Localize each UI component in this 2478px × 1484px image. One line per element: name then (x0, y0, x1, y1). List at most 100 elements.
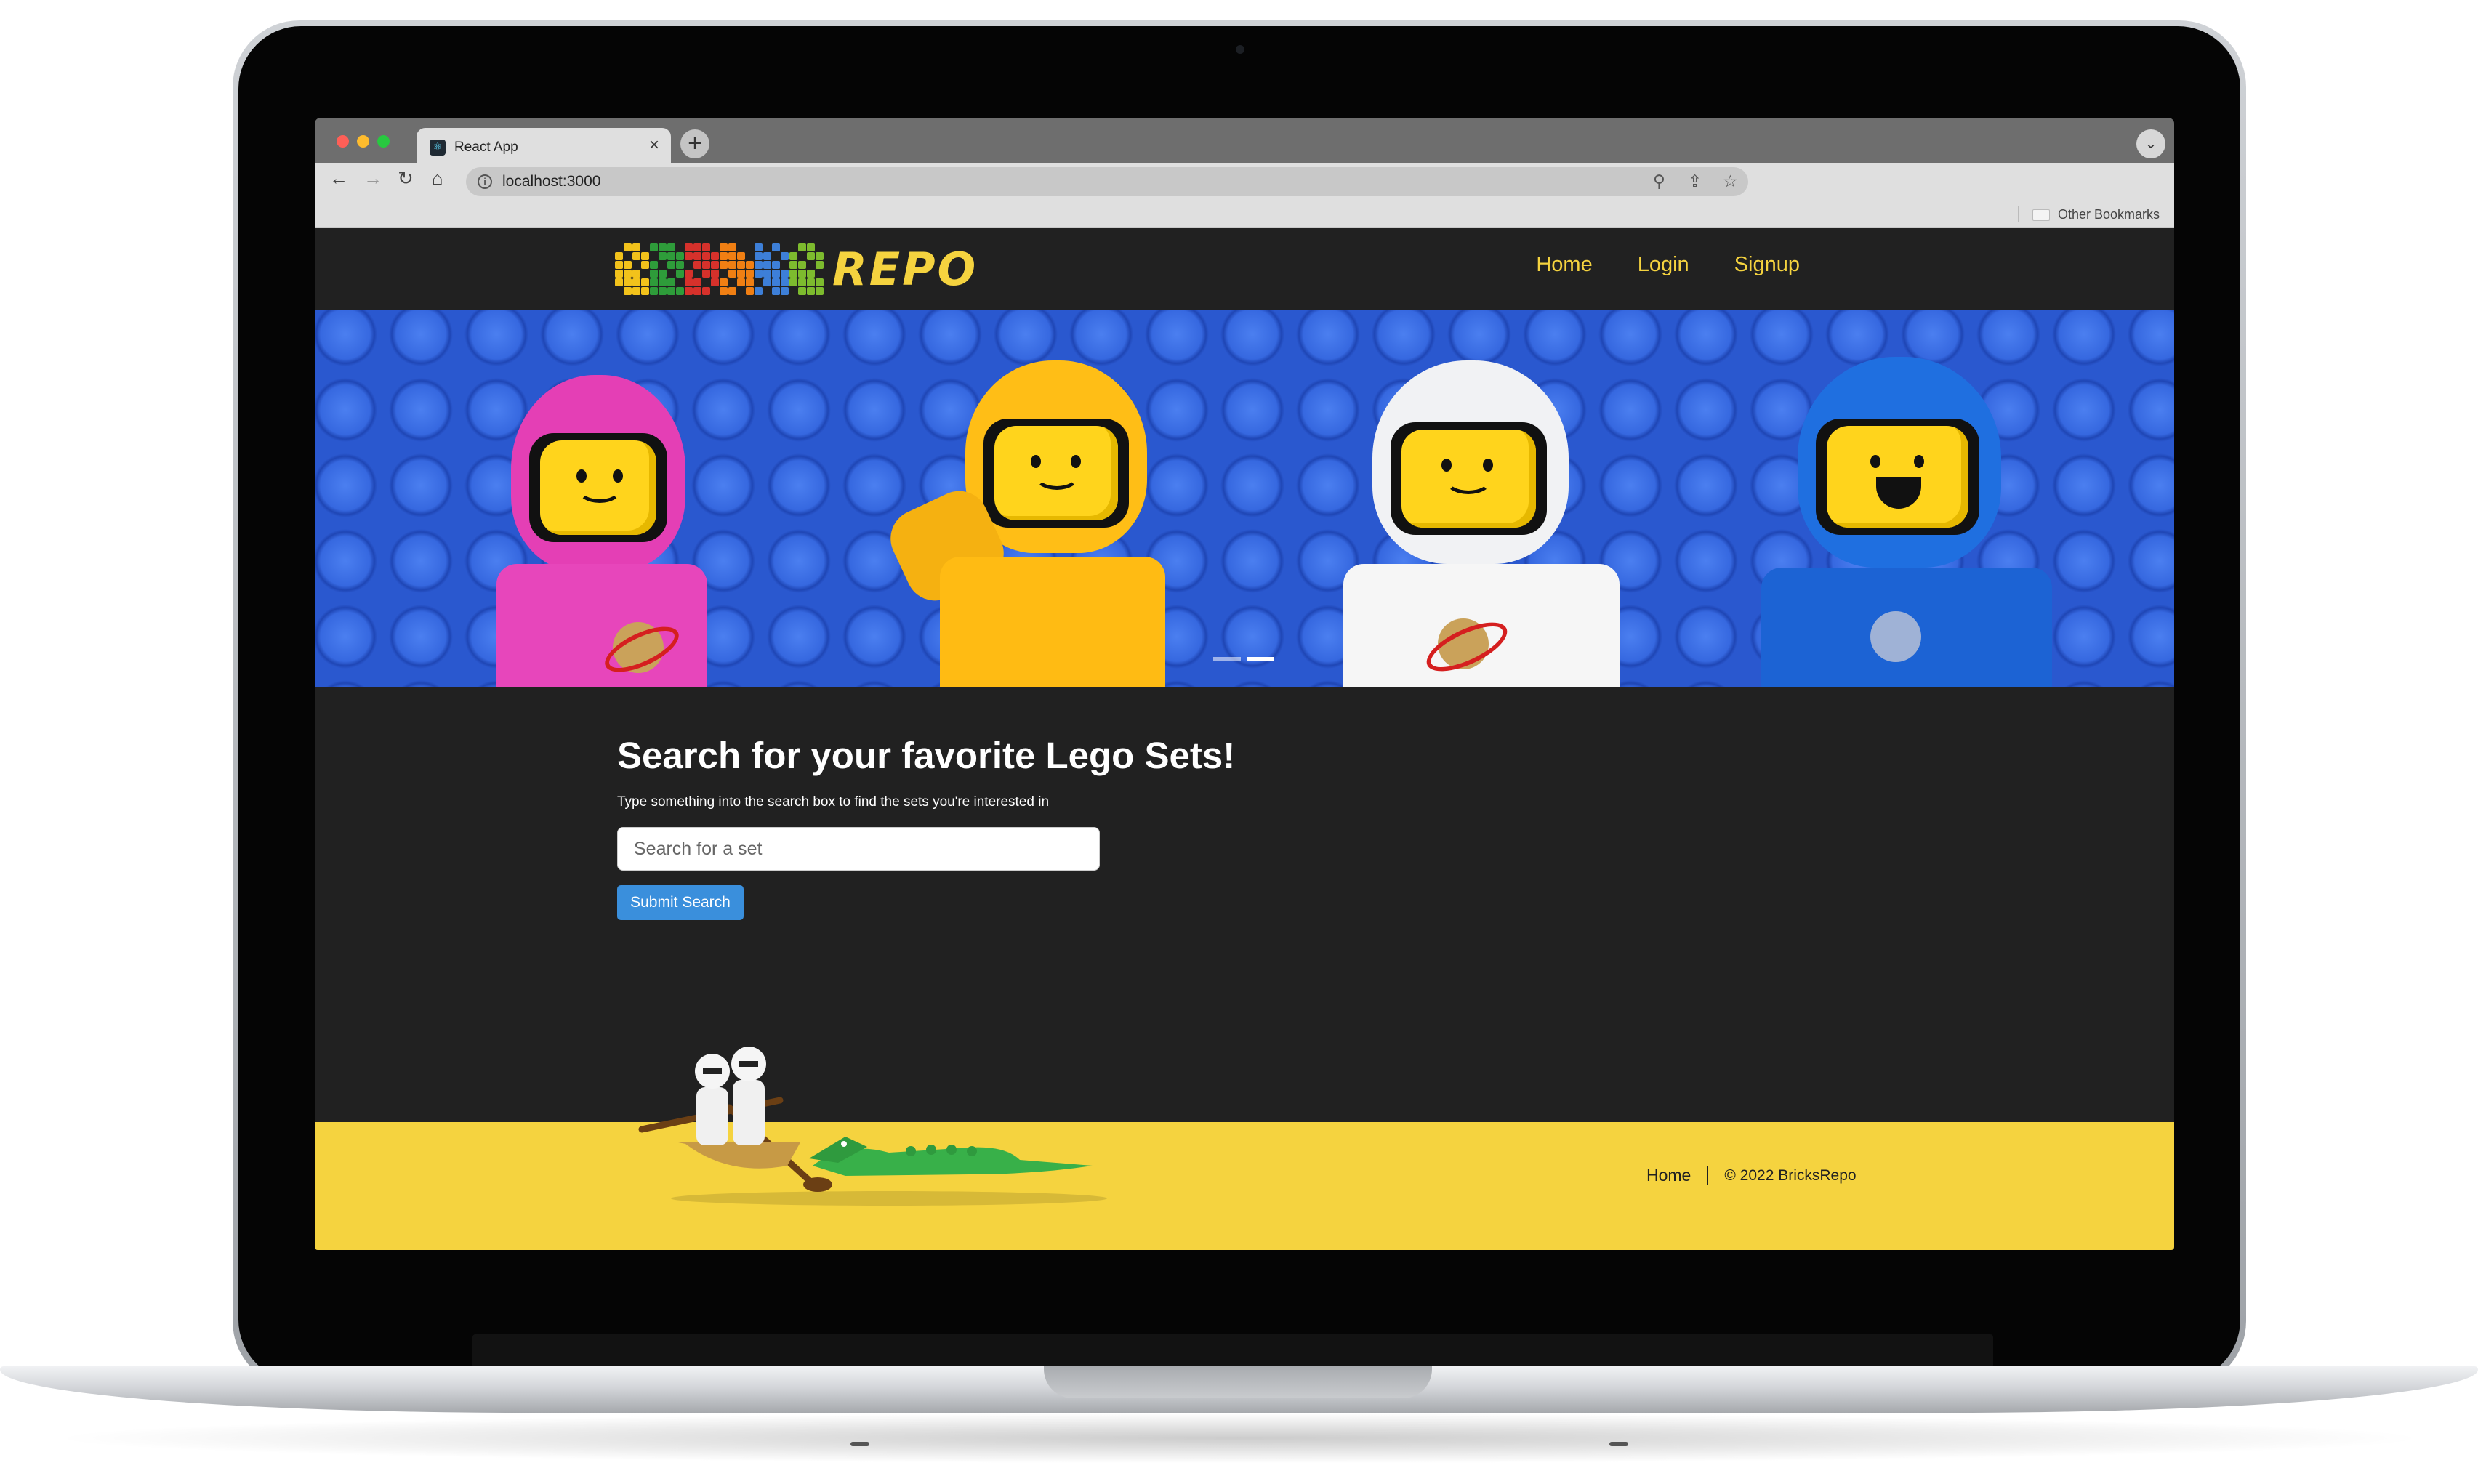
eye (1441, 459, 1452, 472)
logo-brick (798, 260, 806, 269)
logo-brick (798, 252, 806, 260)
logo-brick (641, 260, 649, 269)
logo-brick (615, 260, 623, 269)
logo-brick (650, 269, 658, 278)
logo-brick (632, 243, 640, 251)
logo-brick (659, 269, 667, 278)
share-icon[interactable]: ⇪ (1688, 172, 1702, 191)
logo-brick (702, 286, 710, 295)
logo-brick (615, 278, 623, 286)
nav-home-link[interactable]: Home (1536, 253, 1592, 277)
logo-brick (737, 260, 745, 269)
logo-brick (728, 278, 736, 286)
logo-brick (755, 278, 763, 286)
space-emblem (1870, 611, 1921, 662)
browser-window: ⚛ React App × + ⌄ ← → ↻ ⌂ i localhost:30… (315, 118, 2174, 1250)
browser-tab[interactable]: ⚛ React App × (417, 128, 671, 164)
logo-brick (763, 269, 771, 278)
laptop-hinge (472, 1334, 1993, 1368)
logo-brick (746, 286, 754, 295)
bricks-repo-logo[interactable]: REPO (615, 238, 978, 299)
carousel-indicator-active[interactable] (1247, 657, 1274, 661)
bookmark-star-icon[interactable]: ☆ (1723, 172, 1738, 191)
smile (578, 477, 621, 503)
logo-brick (781, 243, 789, 251)
logo-brick (755, 251, 763, 260)
address-bar[interactable]: i localhost:3000 ⚲ ⇪ ☆ (466, 167, 1748, 196)
logo-brick (798, 278, 806, 286)
minimize-window-button[interactable] (357, 135, 369, 148)
logo-brick (702, 251, 710, 260)
maximize-window-button[interactable] (377, 135, 390, 148)
logo-brick (693, 251, 701, 260)
close-window-button[interactable] (337, 135, 349, 148)
logo-brick (720, 270, 728, 278)
logo-brick (798, 286, 806, 295)
site-navbar: REPO Home Login Signup (315, 228, 2174, 310)
logo-brick (659, 243, 667, 251)
logo-brick (641, 286, 649, 295)
logo-brick (781, 251, 789, 260)
logo-brick (772, 269, 780, 278)
logo-brick (693, 243, 701, 251)
logo-brick (746, 269, 754, 278)
logo-brick (798, 269, 806, 278)
laptop-mockup: ⚛ React App × + ⌄ ← → ↻ ⌂ i localhost:30… (0, 0, 2478, 1484)
logo-brick (720, 278, 728, 286)
logo-brick (772, 286, 780, 295)
logo-brick (737, 269, 745, 278)
logo-brick (789, 278, 797, 286)
forward-arrow-icon[interactable]: → (363, 167, 382, 190)
tab-close-button[interactable]: × (649, 135, 659, 156)
logo-brick (789, 260, 797, 269)
home-icon[interactable]: ⌂ (432, 167, 443, 190)
search-heading: Search for your favorite Lego Sets! (617, 735, 1236, 776)
logo-brick (807, 286, 815, 295)
logo-brick (624, 269, 632, 278)
logo-brick (746, 252, 754, 260)
footer-home-link[interactable]: Home (1646, 1166, 1709, 1185)
white-astronaut-figure (1329, 360, 1641, 687)
logo-brick (816, 286, 824, 295)
bookmarks-bar: Other Bookmarks (315, 201, 2174, 228)
logo-brick (693, 286, 701, 295)
logo-brick (685, 251, 693, 260)
carousel-indicators (1213, 657, 1274, 661)
logo-brick (755, 269, 763, 278)
logo-brick (693, 260, 701, 269)
logo-brick (720, 260, 728, 269)
logo-brick (711, 287, 719, 295)
logo-brick (650, 278, 658, 286)
nav-login-link[interactable]: Login (1638, 253, 1689, 277)
search-input[interactable] (617, 827, 1100, 871)
tab-search-chevron-icon[interactable]: ⌄ (2136, 129, 2165, 158)
submit-search-button[interactable]: Submit Search (617, 885, 744, 920)
back-arrow-icon[interactable]: ← (329, 167, 348, 190)
tab-title: React App (454, 140, 518, 155)
hero-carousel[interactable] (315, 310, 2174, 687)
logo-brick (650, 286, 658, 295)
logo-brick (641, 243, 649, 251)
url-text[interactable]: localhost:3000 (502, 173, 600, 190)
smile (1034, 462, 1079, 490)
logo-brick (763, 251, 771, 260)
logo-brick (659, 251, 667, 260)
logo-brick (781, 286, 789, 295)
logo-brick (746, 278, 754, 286)
logo-brick (789, 269, 797, 278)
nav-signup-link[interactable]: Signup (1734, 253, 1800, 277)
zoom-icon[interactable]: ⚲ (1653, 172, 1665, 191)
logo-brick (755, 260, 763, 269)
new-tab-button[interactable]: + (680, 129, 709, 158)
logo-brick (702, 243, 710, 251)
react-icon: ⚛ (430, 140, 446, 156)
logo-brick (685, 278, 693, 286)
logo-brick (728, 269, 736, 278)
other-bookmarks[interactable]: Other Bookmarks (2058, 207, 2160, 222)
reload-icon[interactable]: ↻ (398, 167, 414, 190)
site-info-icon[interactable]: i (478, 174, 492, 189)
carousel-indicator[interactable] (1213, 657, 1241, 661)
logo-brick (641, 278, 649, 286)
webcam (1236, 45, 1244, 54)
logo-brick (667, 286, 675, 295)
